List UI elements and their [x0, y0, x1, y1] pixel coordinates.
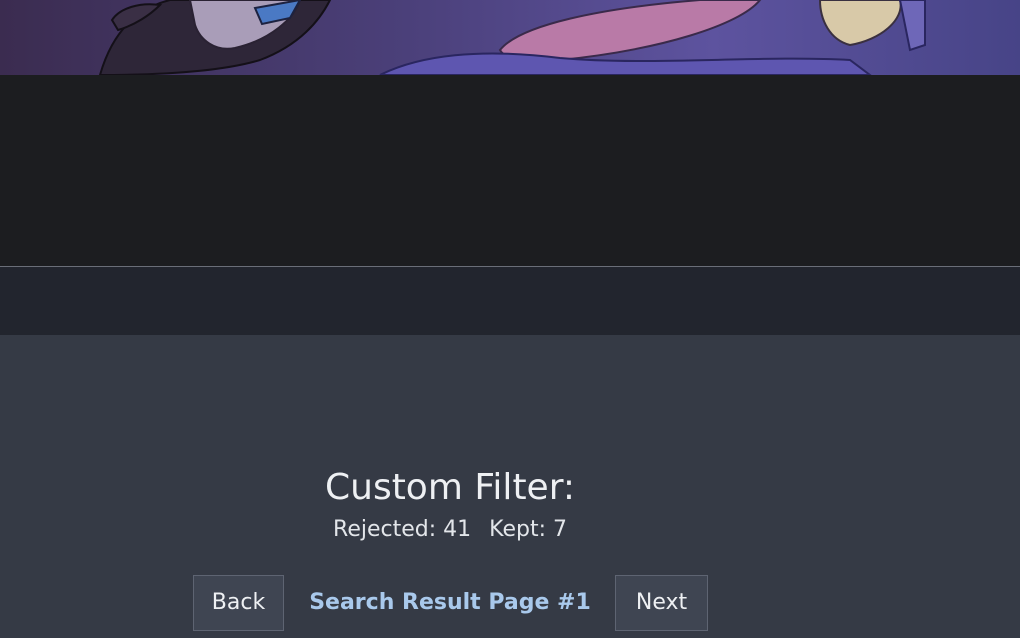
rejected-count: Rejected: 41 [333, 517, 472, 542]
page: Custom Filter: Rejected: 41 Kept: 7 Back … [0, 0, 1020, 638]
kept-count: Kept: 7 [489, 517, 567, 542]
back-button[interactable]: Back [193, 575, 284, 631]
artwork-image [0, 0, 1020, 75]
next-button[interactable]: Next [615, 575, 708, 631]
custom-filter-title: Custom Filter: [324, 467, 575, 508]
search-result-page-label: Search Result Page #1 [309, 590, 591, 615]
toolbar-strip [0, 267, 1020, 335]
image-backdrop [0, 75, 1020, 266]
filter-stats: Rejected: 41 Kept: 7 [200, 514, 700, 546]
